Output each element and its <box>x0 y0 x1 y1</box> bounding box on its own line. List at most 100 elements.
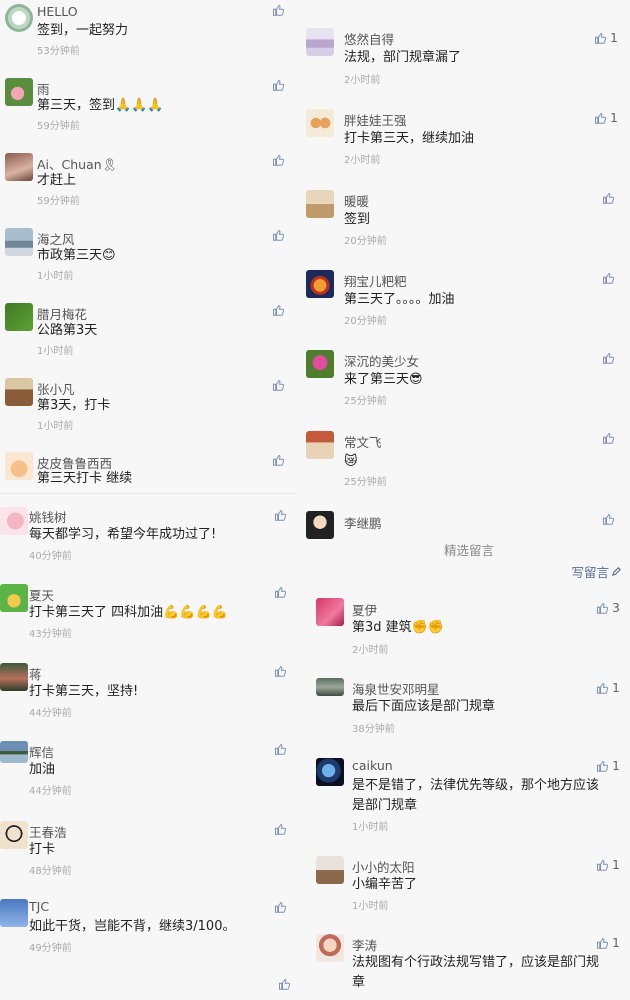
comment-text: 小编辛苦了 <box>352 877 418 892</box>
comment-text: 加油 <box>29 762 56 777</box>
like-button[interactable] <box>602 432 618 444</box>
write-comment-link[interactable]: 写留言 <box>571 562 622 581</box>
commenter-name[interactable]: 夏伊 <box>352 600 377 619</box>
commenter-name[interactable]: 悠然自得 <box>344 29 394 48</box>
avatar[interactable] <box>0 899 28 927</box>
thumbs-up-icon <box>603 513 614 525</box>
avatar[interactable] <box>0 663 28 691</box>
like-button[interactable] <box>274 665 290 677</box>
comment-item: 李继鹏 <box>296 502 630 540</box>
like-button[interactable] <box>274 743 290 755</box>
thumbs-up-icon <box>597 937 609 949</box>
commenter-name[interactable]: caikun <box>352 758 393 773</box>
commenter-name[interactable]: 深沉的美少女 <box>344 351 419 370</box>
comment-item: 海之风 市政第三天😊 1小时前 <box>0 225 292 300</box>
like-button[interactable] <box>274 586 290 598</box>
commenter-name[interactable]: 辉信 <box>29 742 54 761</box>
comment-column-c: 悠然自得 法规，部门规章漏了 2小时前 1 胖娃娃王强 打卡第三天，继续加油 2… <box>296 0 630 540</box>
avatar[interactable] <box>5 153 33 181</box>
like-button[interactable]: 3 <box>596 600 620 615</box>
avatar[interactable] <box>0 507 28 535</box>
avatar[interactable] <box>5 4 33 32</box>
like-button[interactable]: 1 <box>596 758 620 773</box>
like-button[interactable] <box>274 823 290 835</box>
comment-item: 王春浩 打卡 48分钟前 <box>0 815 304 894</box>
like-button[interactable] <box>274 901 290 913</box>
avatar[interactable] <box>316 934 344 962</box>
commenter-name[interactable]: 李涛 <box>352 935 377 954</box>
like-button[interactable]: 1 <box>596 857 620 872</box>
commenter-name[interactable]: 姚钱树 <box>29 507 67 526</box>
thumbs-up-icon <box>603 272 614 284</box>
avatar[interactable] <box>5 78 33 106</box>
avatar[interactable] <box>306 350 334 378</box>
like-count: 1 <box>612 935 620 950</box>
thumbs-up-icon <box>275 743 286 755</box>
commenter-name[interactable]: HELLO <box>37 4 78 19</box>
thumbs-up-icon <box>603 432 614 444</box>
commenter-name[interactable]: 小小的太阳 <box>352 857 415 876</box>
thumbs-up-icon <box>273 304 284 316</box>
commenter-name[interactable]: 海泉世安邓明星 <box>352 679 440 698</box>
comment-text: 每天都学习，希望今年成功过了! <box>29 527 217 542</box>
like-button[interactable] <box>272 79 288 91</box>
like-button[interactable]: 1 <box>594 30 618 45</box>
like-button[interactable] <box>272 304 288 316</box>
avatar[interactable] <box>5 303 33 331</box>
comment-time: 1小时前 <box>352 822 389 833</box>
avatar[interactable] <box>0 821 28 849</box>
avatar[interactable] <box>306 270 334 298</box>
like-button[interactable] <box>272 4 288 16</box>
commenter-name[interactable]: 翔宝儿粑粑 <box>344 271 407 290</box>
avatar[interactable] <box>306 431 334 459</box>
like-button[interactable]: 1 <box>596 680 620 695</box>
like-button[interactable]: 1 <box>594 110 618 125</box>
avatar[interactable] <box>306 109 334 137</box>
avatar[interactable] <box>5 452 33 480</box>
thumbs-up-icon <box>273 4 284 16</box>
avatar[interactable] <box>306 190 334 218</box>
like-button[interactable] <box>602 192 618 204</box>
avatar[interactable] <box>0 584 28 612</box>
avatar[interactable] <box>306 511 334 539</box>
like-button[interactable]: 1 <box>596 935 620 950</box>
avatar[interactable] <box>5 228 33 256</box>
commenter-name[interactable]: TJC <box>29 899 49 914</box>
comment-time: 53分钟前 <box>37 46 80 57</box>
thumbs-up-icon <box>279 978 290 990</box>
avatar[interactable] <box>316 678 344 696</box>
commenter-name[interactable]: 李继鹏 <box>344 513 382 532</box>
avatar[interactable] <box>306 28 334 56</box>
like-button[interactable] <box>272 379 288 391</box>
like-button[interactable] <box>272 154 288 166</box>
avatar[interactable] <box>316 856 344 884</box>
comment-text: 打卡第三天，坚持! <box>29 684 139 699</box>
commenter-name[interactable]: 暖暖 <box>344 191 369 210</box>
like-button[interactable] <box>274 509 290 521</box>
commenter-name[interactable]: 常文飞 <box>344 432 382 451</box>
commenter-name[interactable]: 蒋 <box>29 664 42 683</box>
like-button[interactable] <box>602 272 618 284</box>
like-button[interactable] <box>602 513 618 525</box>
commenter-name[interactable]: 夏天 <box>29 585 54 604</box>
comment-text: 是不是错了，法律优先等级，那个地方应该是部门规章 <box>352 778 600 813</box>
avatar[interactable] <box>5 378 33 406</box>
comment-text: 打卡第三天了 四科加油💪💪💪💪 <box>29 605 228 620</box>
like-button[interactable] <box>272 454 288 466</box>
like-button[interactable] <box>278 978 290 990</box>
comment-item: 雨 第三天，签到🙏🙏🙏 59分钟前 <box>0 75 292 150</box>
avatar[interactable] <box>316 598 344 626</box>
featured-header: 精选留言 <box>443 543 494 558</box>
comment-text: 才赶上 <box>37 173 77 188</box>
featured-comment-item: 夏伊 第3d 建筑✊✊ 2小时前 3 <box>308 598 630 678</box>
avatar[interactable] <box>0 741 28 763</box>
like-button[interactable] <box>602 352 618 364</box>
commenter-name[interactable]: 胖娃娃王强 <box>344 110 407 129</box>
comment-text: 签到 <box>344 212 371 227</box>
comment-time: 25分钟前 <box>344 396 387 407</box>
like-count: 3 <box>612 600 620 615</box>
avatar[interactable] <box>316 758 344 786</box>
commenter-name[interactable]: 王春浩 <box>29 822 67 841</box>
comment-time: 59分钟前 <box>37 121 80 132</box>
like-button[interactable] <box>272 229 288 241</box>
